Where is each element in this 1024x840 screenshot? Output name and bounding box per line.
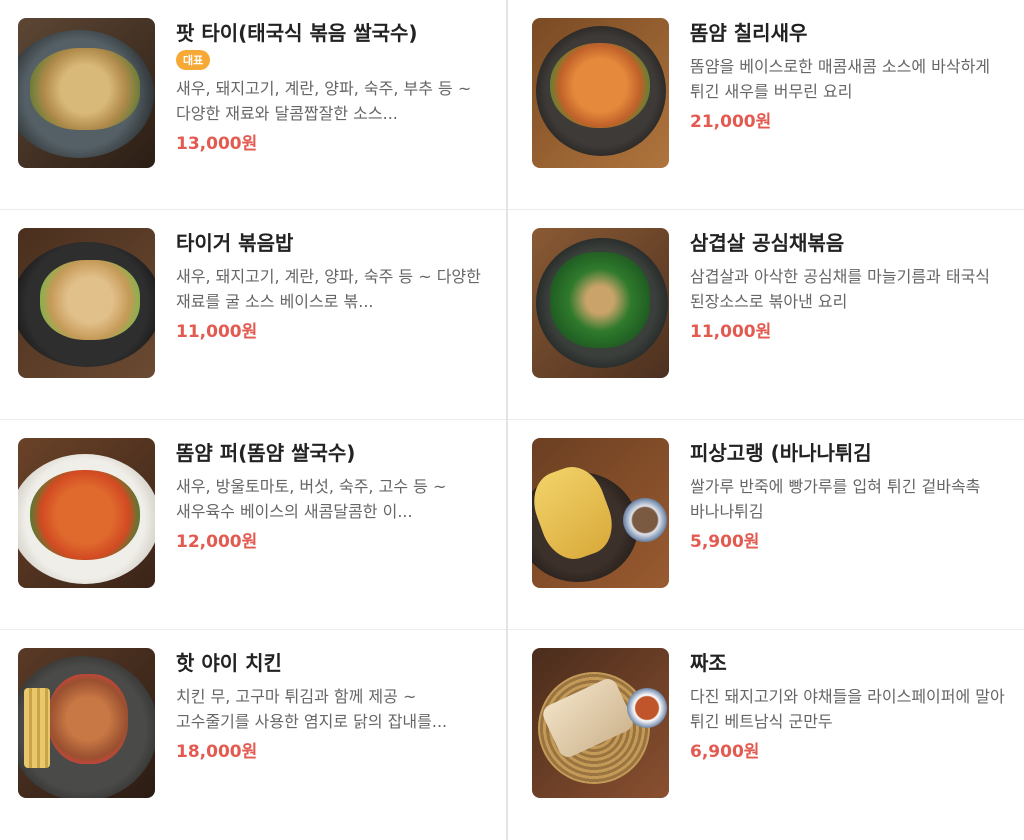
menu-item-price: 12,000원 [176, 532, 258, 552]
menu-item-price: 11,000원 [690, 322, 772, 342]
menu-item-description: 삼겹살과 아삭한 공심채를 마늘기름과 태국식 된장소스로 볶아낸 요리 [690, 267, 991, 311]
menu-item-name: 삼겹살 공심채볶음 [690, 231, 845, 255]
menu-item[interactable]: 핫 야이 치킨 치킨 무, 고구마 튀김과 함께 제공 ~ 고수줄기를 사용한 … [0, 630, 506, 840]
menu-item[interactable]: 똠얌 칠리새우 똠얌을 베이스로한 매콤새콤 소스에 바삭하게 튀긴 새우를 버… [508, 0, 1024, 210]
menu-item-name: 짜조 [690, 651, 727, 675]
menu-item-name: 팟 타이(태국식 볶음 쌀국수) [176, 21, 418, 45]
fried-rice-photo[interactable] [18, 228, 155, 378]
menu-item[interactable]: 똠얌 퍼(똠얌 쌀국수) 새우, 방울토마토, 버섯, 숙주, 고수 등 ~ 새… [0, 420, 506, 630]
menu-column-right: 똠얌 칠리새우 똠얌을 베이스로한 매콤새콤 소스에 바삭하게 튀긴 새우를 버… [508, 0, 1024, 840]
menu-item-description: 새우, 방울토마토, 버섯, 숙주, 고수 등 ~ 새우육수 베이스의 새콤달콤… [176, 477, 447, 521]
menu-item-price: 13,000원 [176, 134, 258, 154]
menu-item-price: 18,000원 [176, 742, 258, 762]
menu-column-left: 팟 타이(태국식 볶음 쌀국수) 대표 새우, 돼지고기, 계란, 양파, 숙주… [0, 0, 506, 840]
menu-item-info: 피상고랭 (바나나튀김 쌀가루 반죽에 빵가루를 입혀 튀긴 겉바속촉 바나나튀… [690, 438, 1012, 554]
menu-item[interactable]: 팟 타이(태국식 볶음 쌀국수) 대표 새우, 돼지고기, 계란, 양파, 숙주… [0, 0, 506, 210]
cha-gio-photo[interactable] [532, 648, 669, 798]
menu-item-description: 다진 돼지고기와 야채들을 라이스페이퍼에 말아 튀긴 베트남식 군만두 [690, 687, 1005, 731]
menu-item-price: 11,000원 [176, 322, 258, 342]
menu-item-info: 타이거 볶음밥 새우, 돼지고기, 계란, 양파, 숙주 등 ~ 다양한 재료를… [176, 228, 494, 344]
menu-item-description: 치킨 무, 고구마 튀김과 함께 제공 ~ 고수줄기를 사용한 염지로 닭의 잡… [176, 687, 448, 731]
menu-item[interactable]: 타이거 볶음밥 새우, 돼지고기, 계란, 양파, 숙주 등 ~ 다양한 재료를… [0, 210, 506, 420]
menu-item-price: 5,900원 [690, 532, 760, 552]
menu-item-name: 피상고랭 (바나나튀김 [690, 441, 872, 465]
tom-yum-pho-photo[interactable] [18, 438, 155, 588]
menu-item-info: 삼겹살 공심채볶음 삼겹살과 아삭한 공심채를 마늘기름과 태국식 된장소스로 … [690, 228, 1012, 344]
menu-item-info: 똠얌 칠리새우 똠얌을 베이스로한 매콤새콤 소스에 바삭하게 튀긴 새우를 버… [690, 18, 1012, 134]
menu-item-price: 21,000원 [690, 112, 772, 132]
menu-item-info: 핫 야이 치킨 치킨 무, 고구마 튀김과 함께 제공 ~ 고수줄기를 사용한 … [176, 648, 494, 764]
menu-item-name: 똠얌 칠리새우 [690, 21, 808, 45]
menu-grid: 팟 타이(태국식 볶음 쌀국수) 대표 새우, 돼지고기, 계란, 양파, 숙주… [0, 0, 1024, 840]
menu-item-info: 짜조 다진 돼지고기와 야채들을 라이스페이퍼에 말아 튀긴 베트남식 군만두 … [690, 648, 1012, 764]
menu-item-description: 똠얌을 베이스로한 매콤새콤 소스에 바삭하게 튀긴 새우를 버무린 요리 [690, 57, 991, 101]
menu-item[interactable]: 삼겹살 공심채볶음 삼겹살과 아삭한 공심채를 마늘기름과 태국식 된장소스로 … [508, 210, 1024, 420]
menu-item[interactable]: 피상고랭 (바나나튀김 쌀가루 반죽에 빵가루를 입혀 튀긴 겉바속촉 바나나튀… [508, 420, 1024, 630]
menu-item-description: 새우, 돼지고기, 계란, 양파, 숙주, 부추 등 ~ 다양한 재료와 달콤짭… [176, 79, 472, 123]
signature-badge: 대표 [176, 50, 211, 70]
menu-item-description: 쌀가루 반죽에 빵가루를 입혀 튀긴 겉바속촉 바나나튀김 [690, 477, 981, 521]
pad-thai-photo[interactable] [18, 18, 155, 168]
menu-item-name: 똠얌 퍼(똠얌 쌀국수) [176, 441, 356, 465]
pork-morning-glory-photo[interactable] [532, 228, 669, 378]
menu-item[interactable]: 짜조 다진 돼지고기와 야채들을 라이스페이퍼에 말아 튀긴 베트남식 군만두 … [508, 630, 1024, 840]
tom-yum-chili-shrimp-photo[interactable] [532, 18, 669, 168]
menu-item-description: 새우, 돼지고기, 계란, 양파, 숙주 등 ~ 다양한 재료를 굴 소스 베이… [176, 267, 481, 311]
menu-item-info: 똠얌 퍼(똠얌 쌀국수) 새우, 방울토마토, 버섯, 숙주, 고수 등 ~ 새… [176, 438, 494, 554]
menu-item-name: 타이거 볶음밥 [176, 231, 294, 255]
hat-yai-chicken-photo[interactable] [18, 648, 155, 798]
menu-item-price: 6,900원 [690, 742, 760, 762]
banana-fritter-photo[interactable] [532, 438, 669, 588]
menu-item-info: 팟 타이(태국식 볶음 쌀국수) 대표 새우, 돼지고기, 계란, 양파, 숙주… [176, 18, 494, 156]
menu-item-name: 핫 야이 치킨 [176, 651, 282, 675]
